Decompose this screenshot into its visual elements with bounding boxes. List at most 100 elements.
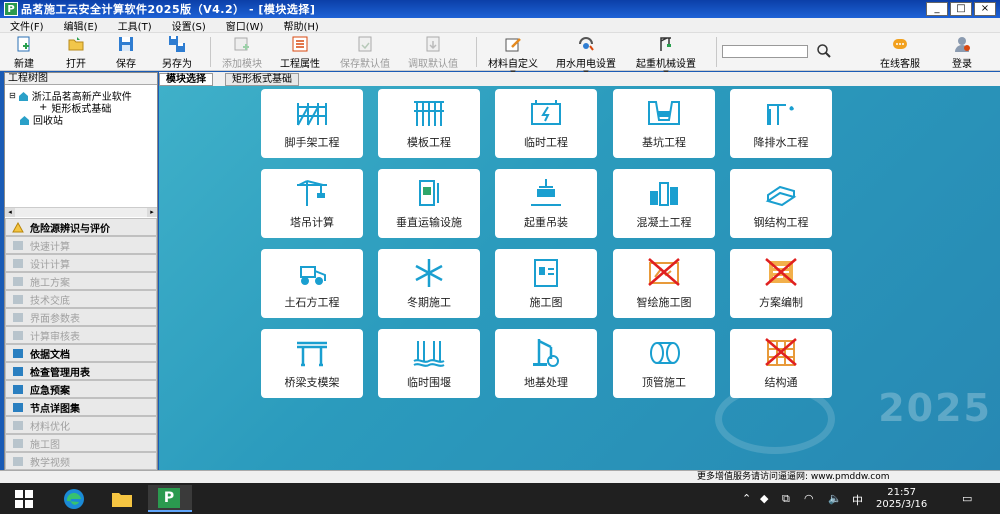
module-tile[interactable]: 脚手架工程 [261, 89, 363, 158]
module-tile[interactable]: 冬期施工 [378, 249, 480, 318]
nav-item[interactable]: 材料优化 [5, 416, 157, 434]
new-button[interactable]: 新建 [14, 35, 34, 70]
toolbar-separator [716, 37, 717, 67]
search-input[interactable] [722, 45, 808, 58]
dewatering-icon [767, 104, 794, 125]
nav-item[interactable]: 施工方案 [5, 272, 157, 290]
menu-file[interactable]: 文件(F) [0, 18, 54, 33]
nav-item[interactable]: 应急预案 [5, 380, 157, 398]
module-tile[interactable]: 土石方工程 [261, 249, 363, 318]
module-tile[interactable]: 施工图 [495, 249, 597, 318]
module-tile[interactable]: 临时围堰 [378, 329, 480, 398]
nav-item[interactable]: 危险源辨识与评价 [5, 218, 157, 236]
material-edit-icon [505, 38, 521, 52]
menu-help[interactable]: 帮助(H) [273, 18, 328, 33]
clock[interactable]: 21:57 2025/3/16 [876, 487, 927, 511]
project-props-label: 工程属性 [280, 59, 320, 70]
module-tile[interactable]: 基坑工程 [613, 89, 715, 158]
tree-node-recycle[interactable]: 回收站 [19, 112, 63, 127]
menu-tools[interactable]: 工具(T) [108, 18, 162, 33]
notification-icon[interactable]: ▭ [962, 492, 972, 505]
nav-item-icon [13, 384, 23, 394]
file-explorer-icon[interactable] [110, 487, 134, 511]
panel-header: 工程树图 [5, 73, 157, 85]
nav-item-icon [13, 312, 23, 322]
status-bar: 更多增值服务请访问逼逼网: www.pmddw.com [159, 470, 1000, 483]
scroll-right-icon[interactable]: ▸ [147, 208, 157, 217]
horizontal-scrollbar[interactable]: ◂ ▸ [5, 207, 157, 217]
edge-browser-icon[interactable] [62, 487, 86, 511]
material-custom-button[interactable]: 材料自定义 ▼ [488, 35, 538, 77]
nav-item[interactable]: 设计计算 [5, 254, 157, 272]
nav-item[interactable]: 界面参数表 [5, 308, 157, 326]
tab-rect-foundation[interactable]: 矩形板式基础 [225, 73, 299, 86]
save-button[interactable]: 保存 [116, 35, 136, 70]
module-tile[interactable]: 垂直运输设施 [378, 169, 480, 238]
module-tile[interactable]: 起重吊装 [495, 169, 597, 238]
maximize-button[interactable]: □ [950, 2, 972, 16]
volume-icon[interactable]: 🔈 [828, 492, 842, 505]
new-label: 新建 [14, 59, 34, 70]
nav-item[interactable]: 检查管理用表 [5, 362, 157, 380]
module-tile[interactable]: 顶管施工 [613, 329, 715, 398]
module-label: 临时工程 [524, 136, 568, 149]
menu-window[interactable]: 窗口(W) [216, 18, 274, 33]
ime-indicator[interactable]: 中 [852, 492, 863, 508]
lifting-icon [531, 179, 561, 206]
nav-item[interactable]: 节点详图集 [5, 398, 157, 416]
crane-setup-button[interactable]: 起重机械设置 ▼ [636, 35, 696, 77]
pipe-jacking-icon [650, 342, 680, 364]
module-tile[interactable]: 塔吊计算 [261, 169, 363, 238]
add-module-button[interactable]: 添加模块 [222, 35, 262, 70]
module-tile[interactable]: 地基处理 [495, 329, 597, 398]
close-button[interactable]: × [974, 2, 996, 16]
save-default-button[interactable]: 保存默认值 [340, 35, 390, 70]
wifi-icon[interactable]: ◠ [804, 492, 814, 505]
module-tile[interactable]: 方案编制 [730, 249, 832, 318]
module-tile[interactable]: 混凝土工程 [613, 169, 715, 238]
save-as-button[interactable]: 另存为 [162, 35, 192, 70]
nav-item-label: 界面参数表 [30, 313, 80, 325]
menu-settings[interactable]: 设置(S) [162, 18, 216, 33]
nav-item-label: 检查管理用表 [30, 367, 90, 379]
module-tile[interactable]: 智绘施工图 [613, 249, 715, 318]
scroll-left-icon[interactable]: ◂ [5, 208, 15, 217]
module-tile[interactable]: 模板工程 [378, 89, 480, 158]
nav-item-label: 应急预案 [30, 385, 70, 397]
collapse-icon[interactable]: ⊟ [9, 91, 16, 100]
nav-item[interactable]: 施工图 [5, 434, 157, 452]
water-power-button[interactable]: 用水用电设置 ▼ [556, 35, 616, 77]
save-default-label: 保存默认值 [340, 59, 390, 70]
tab-module-select[interactable]: 模块选择 [159, 73, 213, 86]
toolbar: 新建 打开 保存 另存为 添加模块 工程属性 保存默认值 调取默认值 材料自定义… [0, 33, 1000, 77]
load-default-button[interactable]: 调取默认值 [408, 35, 458, 70]
module-tile[interactable]: 钢结构工程 [730, 169, 832, 238]
module-tile[interactable]: 结构通 [730, 329, 832, 398]
online-service-button[interactable]: 在线客服 [880, 35, 920, 70]
nav-item-label: 依据文档 [30, 349, 70, 361]
module-label: 地基处理 [524, 376, 568, 389]
module-label: 土石方工程 [284, 296, 340, 309]
tray-expand-icon[interactable]: ⌃ [742, 492, 751, 505]
search-icon[interactable] [816, 43, 832, 59]
module-tile[interactable]: 降排水工程 [730, 89, 832, 158]
tray-app-icon[interactable]: ◆ [760, 492, 768, 505]
minimize-button[interactable]: _ [926, 2, 948, 16]
nav-item[interactable]: 快速计算 [5, 236, 157, 254]
hoist-icon [419, 180, 439, 206]
taskbar-active-app[interactable]: P [148, 485, 192, 512]
menu-edit[interactable]: 编辑(E) [54, 18, 108, 33]
login-button[interactable]: 登录 [952, 35, 972, 70]
nav-item[interactable]: 教学视频 [5, 452, 157, 470]
project-props-button[interactable]: 工程属性 [280, 35, 320, 70]
toolbar-separator [210, 37, 211, 67]
nav-item[interactable]: 技术交底 [5, 290, 157, 308]
network-icon[interactable]: ⧉ [782, 492, 790, 506]
nav-item-icon [13, 366, 23, 376]
windows-start-icon[interactable] [12, 487, 36, 511]
nav-item[interactable]: 计算审核表 [5, 326, 157, 344]
module-tile[interactable]: 桥梁支模架 [261, 329, 363, 398]
nav-item[interactable]: 依据文档 [5, 344, 157, 362]
open-button[interactable]: 打开 [66, 35, 86, 70]
module-tile[interactable]: 临时工程 [495, 89, 597, 158]
